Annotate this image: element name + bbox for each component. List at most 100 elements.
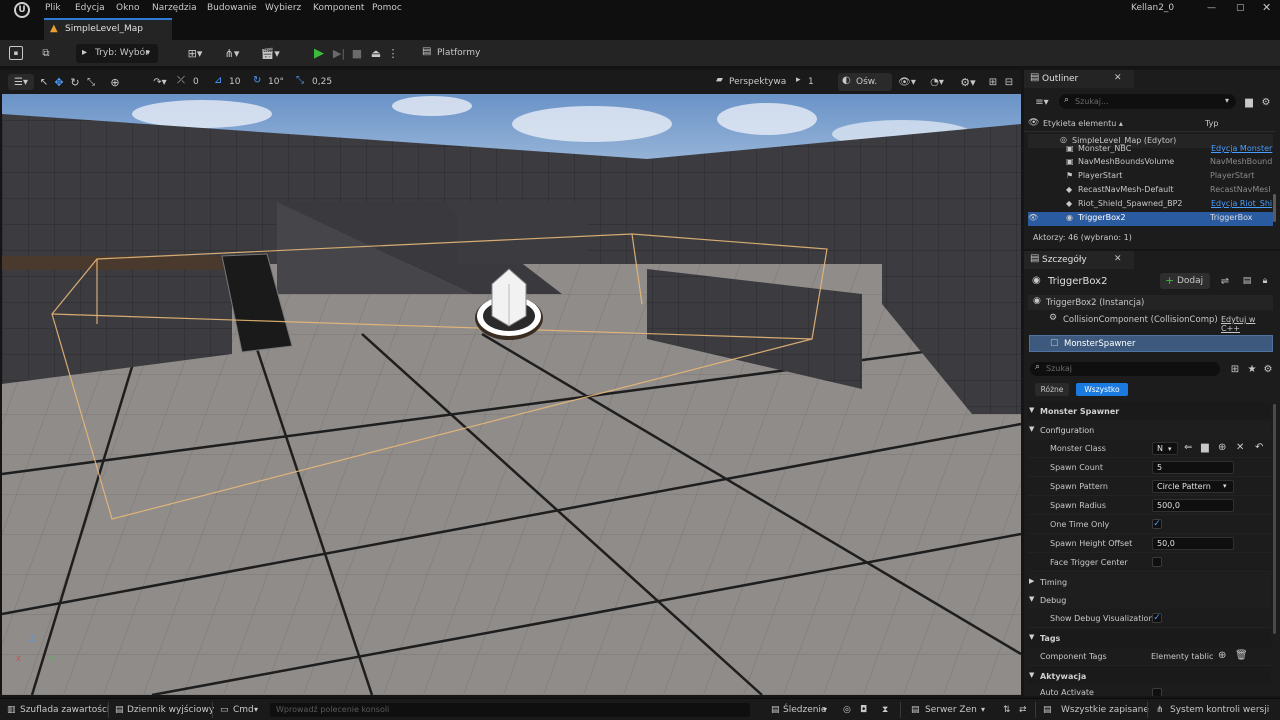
unreal-logo-icon[interactable]: U xyxy=(14,2,30,18)
viewport-options-icon[interactable]: ☰▾ xyxy=(8,74,34,90)
angle-snap-toggle[interactable]: ↻ 10° xyxy=(253,74,291,90)
minimize-icon[interactable]: — xyxy=(1207,3,1216,13)
section-activation[interactable]: ▼ Aktywacja xyxy=(1028,667,1271,685)
blueprints-icon[interactable]: ⋔▾ xyxy=(218,45,246,62)
section-timing[interactable]: ▶ Timing xyxy=(1028,573,1271,591)
component-tree-monster-spawner[interactable]: ▢ MonsterSpawner xyxy=(1029,335,1273,352)
eject-icon[interactable]: ⏏ xyxy=(367,45,385,62)
add-actor-icon[interactable]: ⊞▾ xyxy=(182,45,208,62)
filter-all-tab[interactable]: Wszystko xyxy=(1076,383,1128,396)
section-tags[interactable]: ▼ Tags xyxy=(1028,629,1271,647)
camera-icon[interactable]: ◘ xyxy=(860,705,867,715)
show-debug-checkbox[interactable]: ✓ xyxy=(1152,613,1162,623)
menu-window[interactable]: Okno xyxy=(116,3,140,13)
outliner-row[interactable]: ◆ Riot_Shield_Spawned_BP2 Edycja Riot_Sh… xyxy=(1028,198,1273,212)
lighting-button[interactable]: ◐ Ośw. xyxy=(838,73,892,91)
menu-component[interactable]: Komponent xyxy=(313,3,364,13)
section-configuration[interactable]: ▼ Configuration xyxy=(1028,421,1271,439)
save-icon[interactable]: ▪ xyxy=(9,46,23,60)
close-outliner-icon[interactable]: ✕ xyxy=(1114,73,1122,83)
outliner-row[interactable]: ◆ RecastNavMesh-Default RecastNavMesl xyxy=(1028,184,1273,198)
level-tab[interactable]: ▲ SimpleLevel_Map xyxy=(44,18,172,40)
add-filter-icon[interactable]: ≡▾ xyxy=(1030,95,1054,109)
maximize-viewport-icon[interactable]: ⊟ xyxy=(1001,74,1017,90)
content-drawer-button[interactable]: Szuflada zawartości xyxy=(20,705,109,715)
outliner-scrollbar[interactable] xyxy=(1273,194,1276,222)
save-folder-icon[interactable]: ▆ xyxy=(1243,95,1255,109)
rotate-tool-icon[interactable]: ↻ xyxy=(68,74,82,90)
close-window-icon[interactable]: ✕ xyxy=(1262,1,1271,14)
surface-snap-icon[interactable]: ↷▾ xyxy=(150,74,170,90)
add-icon[interactable]: ⊕ xyxy=(1218,442,1226,453)
blueprint-convert-icon[interactable]: ⇌ xyxy=(1217,274,1233,288)
view-mode-button[interactable]: ▰ Perspektywa xyxy=(716,74,790,90)
actor-name[interactable]: TriggerBox2 xyxy=(1048,276,1107,287)
filter-misc-tab[interactable]: Różne xyxy=(1035,383,1069,396)
mode-select-button[interactable]: ▸ Tryb: Wybór ▾ xyxy=(76,44,158,63)
spawn-count-input[interactable]: 5 xyxy=(1152,461,1234,474)
section-debug[interactable]: ▼ Debug xyxy=(1028,591,1271,609)
details-settings-icon[interactable]: ⚙ xyxy=(1262,362,1274,376)
favorite-star-icon[interactable]: ★ xyxy=(1246,362,1258,376)
tracking-button[interactable]: Śledzenie xyxy=(783,705,826,715)
stop-icon[interactable]: ■ xyxy=(349,45,365,62)
menu-file[interactable]: Plik xyxy=(45,3,61,13)
performance-icon[interactable]: ◔▾ xyxy=(924,74,950,90)
maximize-icon[interactable]: ▢ xyxy=(1236,3,1245,13)
outliner-row[interactable]: ▣ Monster_NBC Edycja Monster xyxy=(1028,143,1273,157)
lock-icon[interactable]: ▤ xyxy=(1240,274,1254,288)
source-icon[interactable]: ⇅ xyxy=(1003,705,1011,715)
row-type[interactable]: Edycja Riot_Shi xyxy=(1211,199,1272,208)
row-type[interactable]: Edycja Monster xyxy=(1211,144,1272,153)
outliner-row[interactable]: ▣ NavMeshBoundsVolume NavMeshBound xyxy=(1028,156,1273,170)
source-control-button[interactable]: System kontroli wersji xyxy=(1170,705,1269,715)
delete-icon[interactable]: 🗑︎ xyxy=(1235,650,1248,661)
outliner-settings-icon[interactable]: ⚙ xyxy=(1260,95,1272,109)
zen-server-button[interactable]: Serwer Zen xyxy=(925,705,977,715)
grid-view-icon[interactable]: ⊞ xyxy=(1229,362,1241,376)
screen-count-button[interactable]: ▸ 1 xyxy=(796,74,826,90)
menu-build[interactable]: Budowanie xyxy=(207,3,257,13)
network-icon[interactable]: ⇄ xyxy=(1019,705,1027,715)
section-monster-spawner[interactable]: ▼ Monster Spawner xyxy=(1028,402,1271,420)
component-tree-instance[interactable]: ◉ TriggerBox2 (Instancja) xyxy=(1028,295,1273,310)
show-flags-icon[interactable]: 👁︎▾ xyxy=(894,74,920,90)
content-browser-icon[interactable]: ⧉ xyxy=(38,46,54,60)
step-icon[interactable]: ▶︎| xyxy=(331,45,347,62)
select-tool-icon[interactable]: ↖ xyxy=(38,74,50,90)
translate-tool-icon[interactable]: ✥ xyxy=(52,74,66,90)
folder-icon[interactable]: ▆ xyxy=(1201,442,1209,453)
edit-cpp-link[interactable]: Edytuj w C++ xyxy=(1221,315,1273,333)
spawn-radius-input[interactable]: 500,0 xyxy=(1152,499,1234,512)
add-component-button[interactable]: + Dodaj xyxy=(1160,273,1210,289)
component-tree-collision[interactable]: ⚙ CollisionComponent (CollisionComp) Edy… xyxy=(1028,312,1273,333)
play-icon[interactable]: ▶ xyxy=(310,45,328,62)
output-log-button[interactable]: Dziennik wyjściowy xyxy=(127,705,214,715)
add-element-icon[interactable]: ⊕ xyxy=(1218,650,1226,661)
layout-icon[interactable]: ⊞ xyxy=(985,74,1001,90)
visibility-column-icon[interactable]: 👁︎ xyxy=(1028,118,1039,128)
column-label-header[interactable]: Etykieta elementu ▴ xyxy=(1043,119,1123,128)
browse-icon[interactable]: ⇐ xyxy=(1184,442,1192,453)
platforms-button[interactable]: ▤ Platformy xyxy=(418,45,488,62)
cinematics-icon[interactable]: 🎬︎▾ xyxy=(256,45,284,62)
level-viewport[interactable]: Z X Y xyxy=(2,94,1021,695)
face-trigger-checkbox[interactable] xyxy=(1152,557,1162,567)
menu-edit[interactable]: Edycja xyxy=(75,3,105,13)
monster-class-dropdown[interactable]: N ▾ xyxy=(1152,442,1178,455)
console-input[interactable]: Wprowadź polecenie konsoli xyxy=(270,703,750,717)
auto-activate-checkbox[interactable] xyxy=(1152,688,1162,696)
outliner-row-selected[interactable]: 👁︎ ◉ TriggerBox2 TriggerBox xyxy=(1028,212,1273,226)
spawn-pattern-dropdown[interactable]: Circle Pattern ▾ xyxy=(1152,480,1234,493)
details-search[interactable]: ⌕ Szukaj xyxy=(1030,362,1220,376)
outliner-search[interactable]: ⌕ Szukaj... ▾ xyxy=(1059,94,1236,109)
one-time-only-checkbox[interactable]: ✓ xyxy=(1152,519,1162,529)
menu-help[interactable]: Pomoc xyxy=(372,3,402,13)
settings-icon[interactable]: ⚙▾ xyxy=(955,74,981,90)
rotation-snap-toggle[interactable]: ⤫ 0 xyxy=(177,74,207,90)
scale-tool-icon[interactable]: ⤡ xyxy=(84,74,98,90)
spawn-height-input[interactable]: 50,0 xyxy=(1152,537,1234,550)
visibility-icon[interactable]: 👁︎ xyxy=(1028,213,1038,222)
reset-icon[interactable]: ↶ xyxy=(1255,442,1263,453)
hourglass-icon[interactable]: ⧗ xyxy=(882,705,888,715)
